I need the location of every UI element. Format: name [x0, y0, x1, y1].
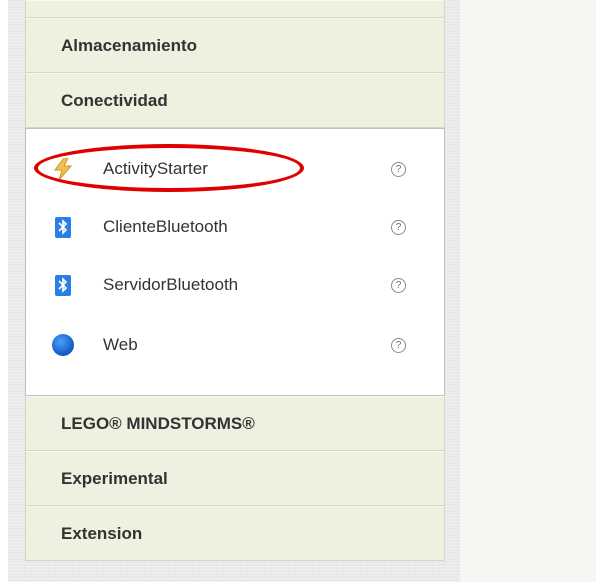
category-label: Conectividad	[61, 90, 168, 110]
connectivity-component-list: ActivityStarter ? ClienteBluetooth ? Ser…	[25, 128, 445, 396]
help-icon[interactable]: ?	[391, 277, 406, 293]
category-label: Almacenamiento	[61, 35, 198, 55]
help-icon[interactable]: ?	[391, 337, 406, 353]
viewer-panel	[460, 0, 596, 582]
palette-category-lego-mindstorms[interactable]: LEGO® MINDSTORMS®	[25, 396, 445, 451]
bluetooth-icon	[52, 274, 74, 296]
component-label: Web	[103, 335, 138, 354]
palette-category-previous[interactable]	[25, 0, 445, 18]
category-label: Experimental	[61, 468, 168, 488]
globe-icon	[52, 334, 74, 356]
component-label: ServidorBluetooth	[103, 275, 239, 294]
palette-category-experimental[interactable]: Experimental	[25, 451, 445, 506]
component-web[interactable]: Web ?	[26, 325, 444, 365]
component-activitystarter[interactable]: ActivityStarter ?	[26, 149, 444, 189]
palette-category-almacenamiento[interactable]: Almacenamiento	[25, 18, 445, 73]
lightning-bolt-icon	[52, 158, 74, 180]
component-clientebluetooth[interactable]: ClienteBluetooth ?	[26, 207, 444, 247]
palette-drawer: Almacenamiento Conectividad ActivityStar…	[25, 0, 445, 572]
help-icon[interactable]: ?	[391, 219, 406, 235]
palette-category-extension[interactable]: Extension	[25, 506, 445, 561]
component-label: ActivityStarter	[103, 159, 208, 178]
page-left-strip	[0, 0, 8, 582]
category-label: Extension	[61, 523, 143, 543]
bluetooth-icon	[52, 216, 74, 238]
component-label: ClienteBluetooth	[103, 217, 228, 236]
palette-category-conectividad[interactable]: Conectividad	[25, 73, 445, 128]
component-servidorbluetooth[interactable]: ServidorBluetooth ?	[26, 265, 444, 305]
help-icon[interactable]: ?	[391, 161, 406, 177]
category-label: LEGO® MINDSTORMS®	[61, 413, 255, 433]
